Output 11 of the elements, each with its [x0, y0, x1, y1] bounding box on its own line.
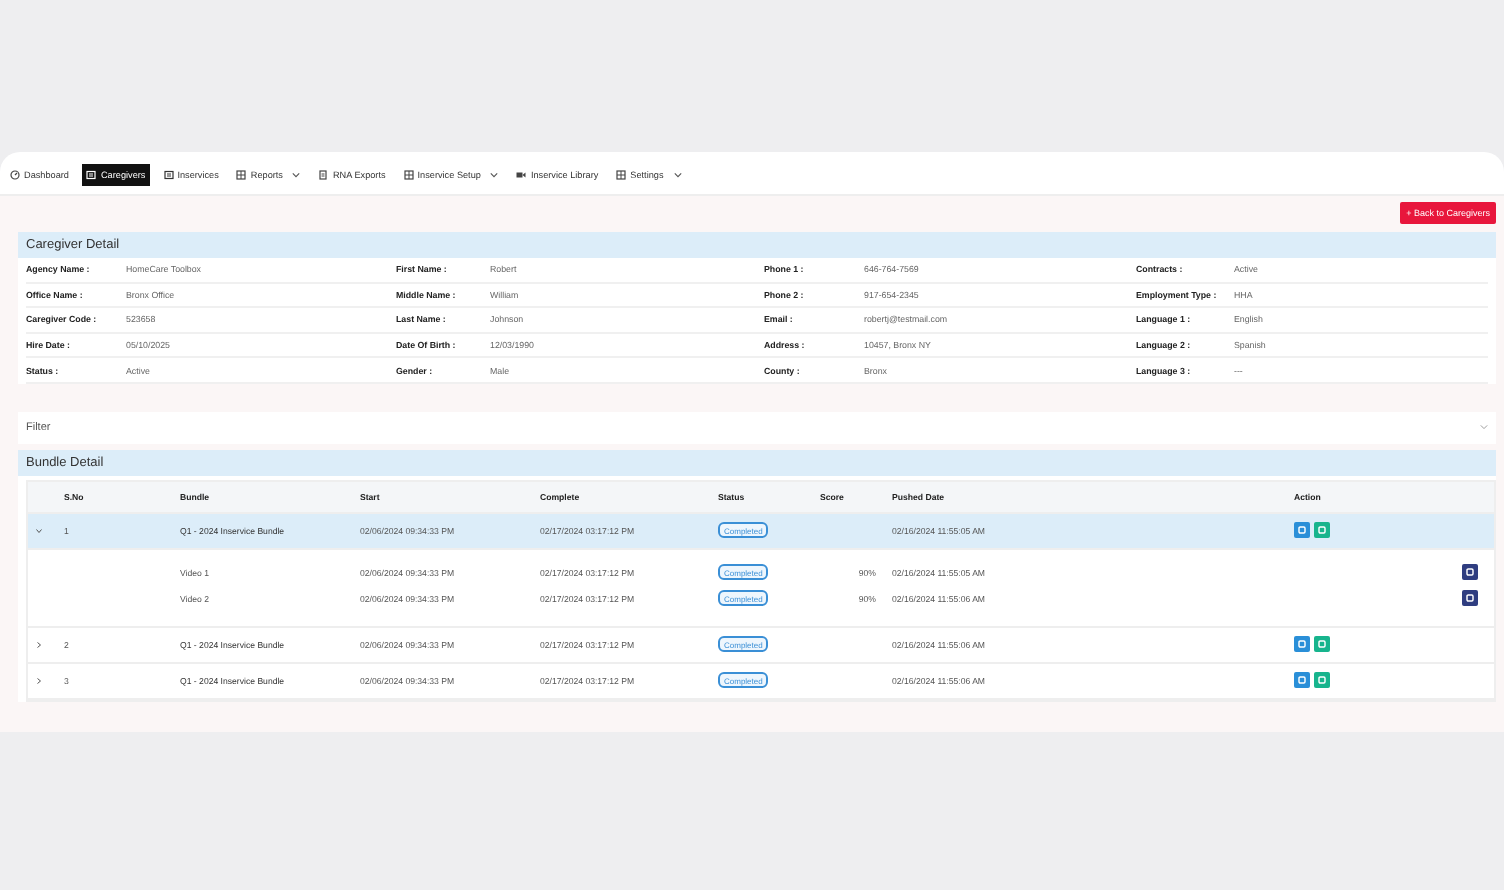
- expand-icon[interactable]: [36, 677, 42, 684]
- grid-icon: [616, 170, 627, 180]
- gauge-icon: [10, 170, 20, 180]
- expand-icon[interactable]: [36, 641, 42, 648]
- list-icon: [163, 170, 174, 180]
- document-icon: [318, 170, 329, 180]
- grid-icon: [236, 170, 247, 180]
- expand-icon[interactable]: [36, 527, 42, 534]
- grid-icon: [403, 170, 414, 180]
- list-icon: [86, 170, 97, 180]
- video-icon: [516, 170, 527, 180]
